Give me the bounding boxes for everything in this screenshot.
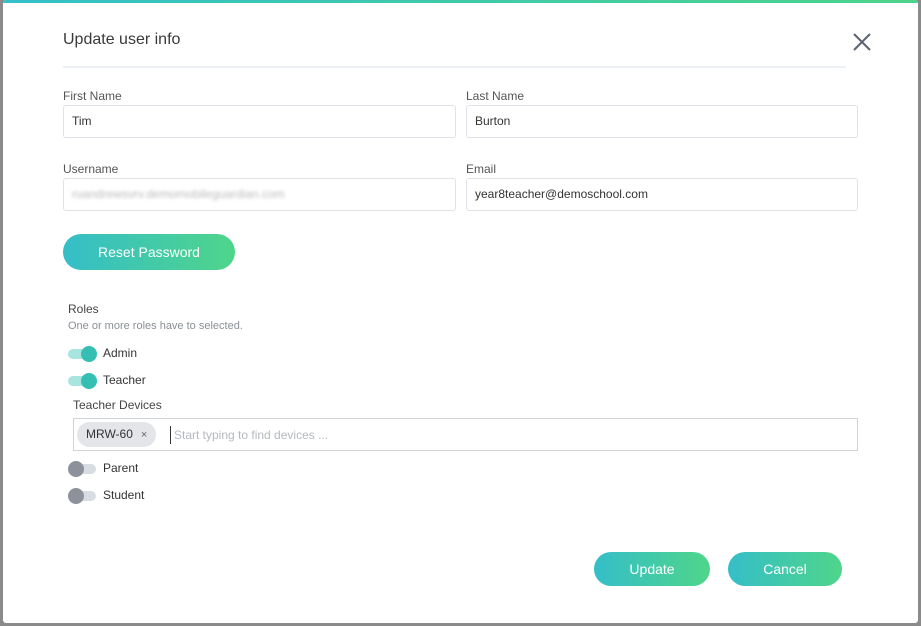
role-label-teacher: Teacher <box>103 373 146 387</box>
role-label-admin: Admin <box>103 346 138 360</box>
update-button[interactable]: Update <box>594 552 710 586</box>
teacher-devices-label: Teacher Devices <box>73 398 162 412</box>
toggle-knob <box>68 488 84 504</box>
device-chip: MRW-60 × <box>77 422 157 447</box>
username-field[interactable]: ruandrewsvrv.demomobileguardian.com <box>63 178 456 211</box>
cancel-button[interactable]: Cancel <box>728 552 842 586</box>
toggle-knob <box>68 461 84 477</box>
title-divider <box>63 66 846 68</box>
email-field[interactable]: year8teacher@demoschool.com <box>466 178 858 211</box>
first-name-field[interactable]: Tim <box>63 105 456 138</box>
modal-title: Update user info <box>63 31 181 48</box>
username-label: Username <box>63 162 119 176</box>
chip-remove-icon[interactable]: × <box>141 429 147 441</box>
toggle-knob <box>81 346 97 362</box>
last-name-field[interactable]: Burton <box>466 105 858 138</box>
username-value: ruandrewsvrv.demomobileguardian.com <box>72 187 285 201</box>
roles-title: Roles <box>68 302 99 316</box>
role-label-student: Student <box>103 488 145 502</box>
email-label: Email <box>466 162 497 176</box>
close-icon[interactable] <box>851 31 873 53</box>
first-name-label: First Name <box>63 89 122 103</box>
reset-password-button[interactable]: Reset Password <box>63 234 235 270</box>
teacher-devices-field[interactable]: MRW-60 × <box>73 418 858 451</box>
accent-bar <box>3 0 918 3</box>
toggle-knob <box>81 373 97 389</box>
role-label-parent: Parent <box>103 461 139 475</box>
device-chip-label: MRW-60 <box>86 427 133 441</box>
update-user-modal: Update user info First Name Tim Last Nam… <box>3 0 918 623</box>
roles-hint: One or more roles have to selected. <box>68 320 243 332</box>
last-name-label: Last Name <box>466 89 525 103</box>
device-search-input[interactable] <box>170 426 774 444</box>
